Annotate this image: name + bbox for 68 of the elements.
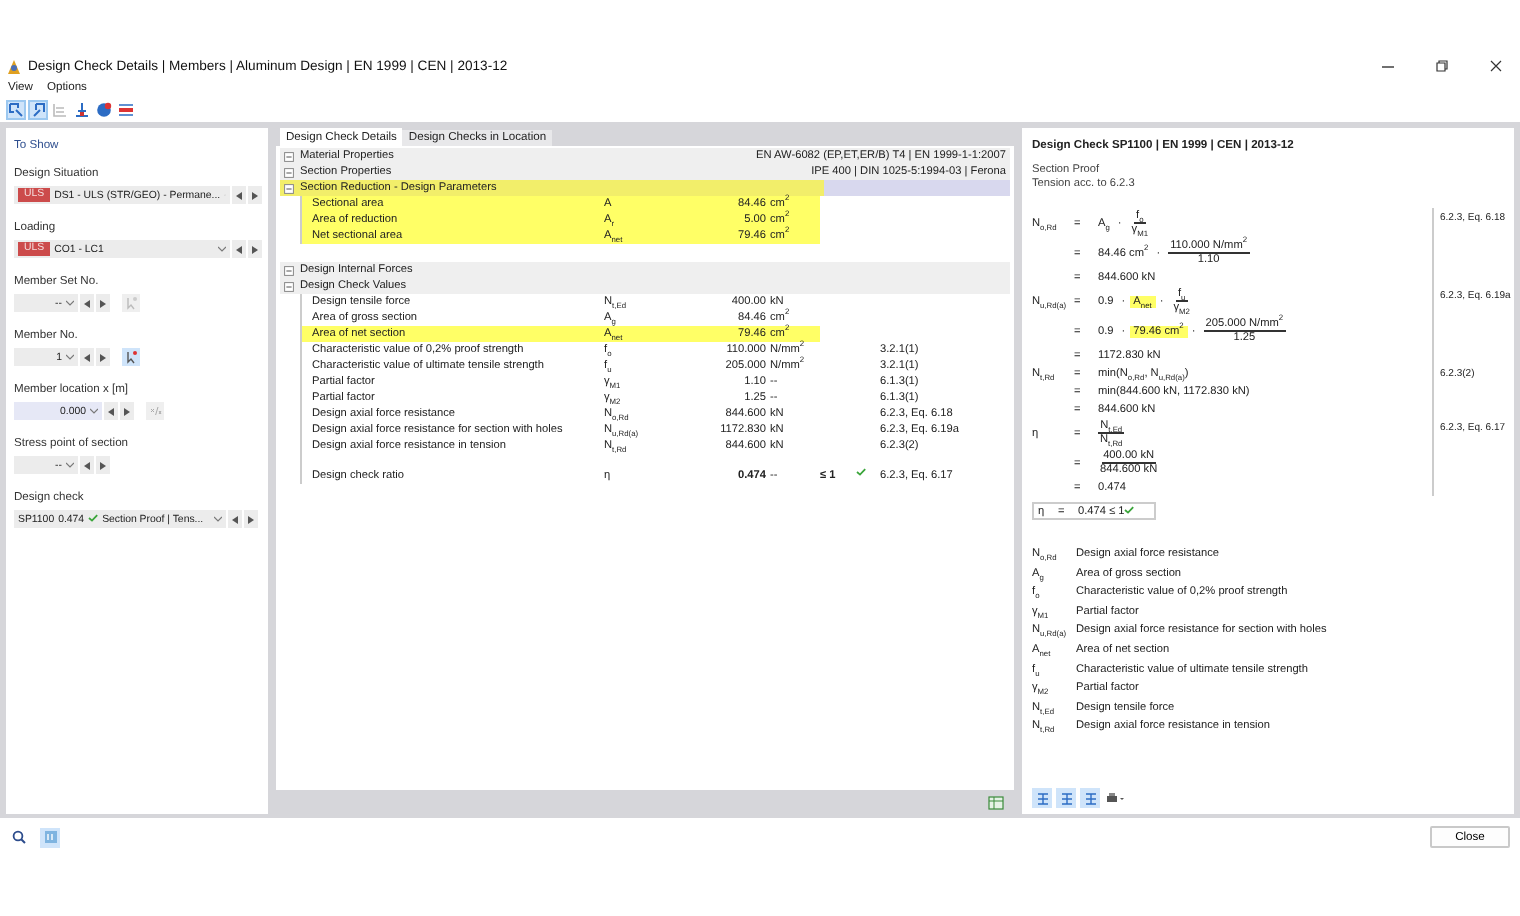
right-arrow-icon [252,245,258,253]
right-arrow-icon [100,299,106,307]
left-arrow-icon [84,461,90,469]
left-arrow-icon [236,191,242,199]
previous-button[interactable] [80,456,94,474]
right-arrow-icon [252,191,258,199]
previous-button[interactable] [232,186,246,204]
next-button[interactable] [96,456,110,474]
printer-icon [1105,791,1123,805]
caret-icon [214,516,222,522]
cursor-select-icon [30,101,46,117]
check-icon [88,513,99,521]
pointer-icon [125,350,137,364]
support-icon [74,101,90,117]
formula-icon [1059,791,1073,805]
previous-button[interactable] [232,240,246,258]
color-scale-icon [118,101,134,117]
app-logo-icon [6,57,22,75]
pointer-icon [125,296,137,310]
check-icon [1124,505,1135,513]
left-arrow-icon [108,407,114,415]
previous-button[interactable] [80,348,94,366]
left-arrow-icon [84,353,90,361]
close-icon [1490,60,1502,72]
toolbar-button[interactable] [116,99,136,119]
collapse-icon [284,281,294,291]
toolbar-button[interactable] [28,99,48,119]
right-arrow-icon [248,515,254,523]
formula-icon [1083,791,1097,805]
collapse-icon [284,167,294,177]
formula-icon [1035,791,1049,805]
right-arrow-icon [100,353,106,361]
caret-icon [66,300,74,306]
restore-icon [1436,60,1448,72]
left-arrow-icon [232,515,238,523]
units-icon [43,830,57,844]
previous-button[interactable] [80,294,94,312]
check-icon [856,468,866,476]
toolbar-button[interactable] [72,99,92,119]
caret-icon [90,408,98,414]
caret-icon [218,246,226,252]
cursor-select-icon [8,101,24,117]
next-button[interactable] [96,294,110,312]
spreadsheet-icon [988,795,1004,809]
previous-button[interactable] [104,402,118,420]
collapse-icon [284,265,294,275]
caret-icon [66,354,74,360]
search-icon [11,830,25,844]
search-button[interactable] [8,827,28,847]
pick-button[interactable] [122,348,140,366]
next-button[interactable] [96,348,110,366]
export-button[interactable] [986,792,1006,812]
next-button[interactable] [248,186,262,204]
toolbar-button[interactable] [6,99,26,119]
fraction-icon [149,406,161,416]
table-icon [52,101,68,117]
left-arrow-icon [84,299,90,307]
next-button[interactable] [244,510,258,528]
caret-icon [66,462,74,468]
previous-button[interactable] [228,510,242,528]
collapse-icon [284,151,294,161]
right-arrow-icon [124,407,130,415]
next-button[interactable] [120,402,134,420]
left-arrow-icon [236,245,242,253]
collapse-icon [284,183,294,193]
right-arrow-icon [100,461,106,469]
next-button[interactable] [248,240,262,258]
minimize-icon [1382,65,1394,67]
